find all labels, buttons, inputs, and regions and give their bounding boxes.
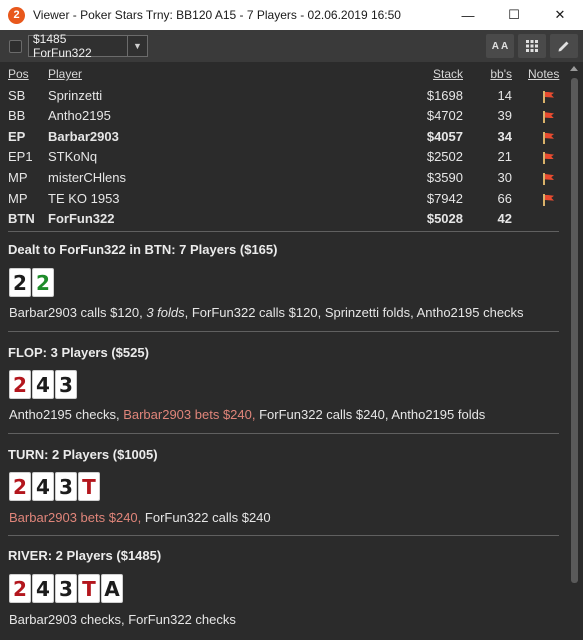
row-bbs: 30	[497, 169, 512, 185]
row-player[interactable]: ForFun322	[48, 211, 114, 226]
header-pos[interactable]: Pos	[8, 67, 29, 81]
row-stack: $4057	[426, 128, 463, 144]
header-stack[interactable]: Stack	[433, 67, 463, 81]
hole-cards: 2 2	[9, 268, 54, 297]
turn-title: TURN: 2 Players ($1005)	[8, 447, 158, 462]
grid-icon	[526, 40, 538, 52]
close-button[interactable]: ✕	[537, 0, 583, 30]
header-notes[interactable]: Notes	[528, 67, 559, 81]
scroll-up-arrow-icon[interactable]	[570, 66, 578, 71]
title-bar: 2 Viewer - Poker Stars Trny: BB120 A15 -…	[0, 0, 583, 30]
maximize-button[interactable]: ☐	[491, 0, 537, 30]
preflop-actions: Barbar2903 calls $120, 3 folds, ForFun32…	[9, 305, 524, 320]
row-bbs: 39	[497, 108, 512, 124]
card: 3	[55, 574, 77, 603]
row-pos: SB	[8, 87, 26, 103]
note-flag-icon[interactable]	[542, 111, 554, 124]
card: 4	[32, 370, 54, 399]
table-row[interactable]: MP misterCHlens $3590 30	[0, 168, 566, 189]
card: T	[78, 574, 100, 603]
card: 4	[32, 472, 54, 501]
row-player[interactable]: TE KO 1953	[48, 191, 120, 206]
row-stack: $7942	[426, 190, 463, 206]
row-stack: $3590	[426, 169, 463, 185]
row-bbs: 21	[497, 149, 512, 165]
header-bbs[interactable]: bb's	[490, 67, 512, 81]
scroll-thumb[interactable]	[571, 78, 578, 583]
row-stack: $2502	[426, 149, 463, 165]
table-row[interactable]: MP TE KO 1953 $7942 66	[0, 189, 566, 210]
river-title: RIVER: 2 Players ($1485)	[8, 548, 162, 563]
preflop-title: Dealt to ForFun322 in BTN: 7 Players ($1…	[8, 242, 278, 257]
toolbar: $1485 ForFun322 ▼ A A	[0, 30, 583, 62]
flop-cards: 2 4 3	[9, 370, 77, 399]
river-actions: Barbar2903 checks, ForFun322 checks	[9, 612, 236, 627]
row-pos: EP1	[8, 149, 33, 165]
card: 3	[55, 472, 77, 501]
row-bbs: 66	[497, 190, 512, 206]
row-pos: MP	[8, 169, 28, 185]
row-bbs: 34	[497, 128, 512, 144]
vertical-scrollbar[interactable]	[566, 62, 583, 640]
row-player[interactable]: Sprinzetti	[48, 88, 102, 103]
card: T	[78, 472, 100, 501]
card: 2	[9, 574, 31, 603]
table-row[interactable]: EP1 STKoNq $2502 21	[0, 147, 566, 168]
hand-select-dropdown[interactable]: $1485 ForFun322 ▼	[28, 32, 148, 60]
app-logo-icon: 2	[8, 6, 25, 24]
table-row[interactable]: BTN ForFun322 $5028 42	[0, 209, 566, 230]
row-pos: EP	[8, 128, 26, 144]
row-stack: $4702	[426, 108, 463, 124]
divider	[8, 231, 559, 232]
row-player[interactable]: Antho2195	[48, 108, 111, 123]
flop-title: FLOP: 3 Players ($525)	[8, 345, 149, 360]
divider	[8, 535, 559, 536]
window-title: Viewer - Poker Stars Trny: BB120 A15 - 7…	[33, 8, 401, 22]
card: 2	[9, 472, 31, 501]
river-cards: 2 4 3 T A	[9, 574, 123, 603]
note-flag-icon[interactable]	[542, 90, 554, 103]
row-player[interactable]: STKoNq	[48, 149, 97, 164]
edit-button[interactable]	[550, 34, 578, 58]
card: 2	[9, 370, 31, 399]
grid-button[interactable]	[518, 34, 546, 58]
hand-select-value: $1485 ForFun322	[33, 32, 92, 60]
select-checkbox[interactable]	[9, 39, 22, 53]
card: 4	[32, 574, 54, 603]
note-flag-icon[interactable]	[542, 172, 554, 185]
row-stack: $1698	[426, 87, 463, 103]
row-bbs: 14	[497, 87, 512, 103]
card: A	[101, 574, 123, 603]
table-header: Pos Player Stack bb's Notes	[0, 65, 566, 86]
flop-actions: Antho2195 checks, Barbar2903 bets $240, …	[9, 407, 486, 422]
pencil-icon	[558, 41, 569, 52]
font-size-icon: A A	[491, 40, 509, 52]
font-size-button[interactable]: A A	[486, 34, 514, 58]
note-flag-icon[interactable]	[542, 131, 554, 144]
row-bbs: 42	[497, 211, 512, 227]
header-player[interactable]: Player	[48, 67, 82, 81]
turn-actions: Barbar2903 bets $240, ForFun322 calls $2…	[9, 510, 271, 525]
chevron-down-icon[interactable]: ▼	[127, 36, 147, 56]
card: 3	[55, 370, 77, 399]
divider	[8, 433, 559, 434]
minimize-button[interactable]: —	[445, 0, 491, 30]
note-flag-icon[interactable]	[542, 152, 554, 165]
table-row[interactable]: BB Antho2195 $4702 39	[0, 106, 566, 127]
table-row[interactable]: SB Sprinzetti $1698 14	[0, 86, 566, 107]
table-row[interactable]: EP Barbar2903 $4057 34	[0, 127, 566, 148]
card: 2	[9, 268, 31, 297]
row-pos: BTN	[8, 211, 35, 227]
players-table: Pos Player Stack bb's Notes SB Sprinzett…	[0, 65, 566, 230]
row-stack: $5028	[426, 211, 463, 227]
row-player[interactable]: misterCHlens	[48, 170, 126, 185]
row-player[interactable]: Barbar2903	[48, 129, 119, 144]
divider	[8, 331, 559, 332]
row-pos: BB	[8, 108, 26, 124]
turn-cards: 2 4 3 T	[9, 472, 100, 501]
row-pos: MP	[8, 190, 28, 206]
note-flag-icon[interactable]	[542, 193, 554, 206]
card: 2	[32, 268, 54, 297]
